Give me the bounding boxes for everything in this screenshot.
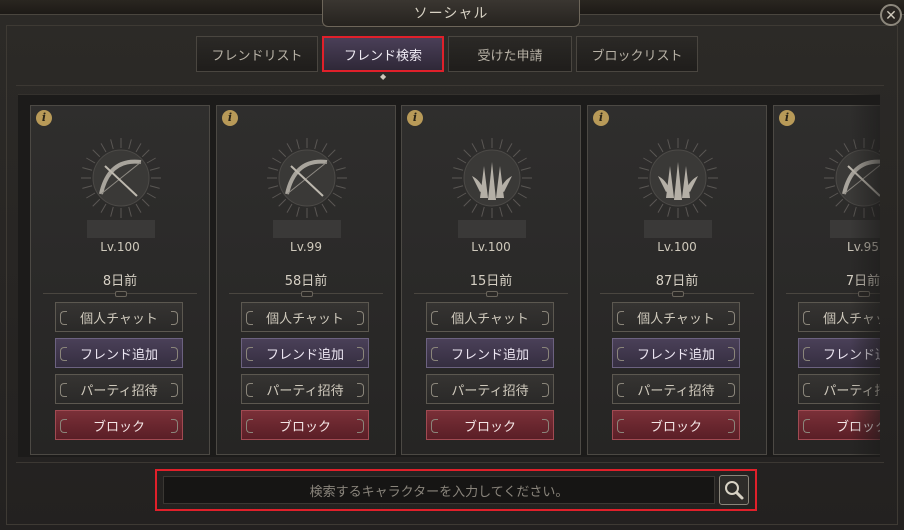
- tab-friend-list[interactable]: フレンドリスト: [196, 36, 318, 72]
- divider: [16, 85, 884, 86]
- scroll-fade: [850, 94, 880, 456]
- character-card-list[interactable]: i Lv.100 8日前 個人チャット フレンド追加 パーティ招待 ブロック i Lv.99 58…: [18, 94, 880, 457]
- info-icon[interactable]: i: [222, 110, 238, 126]
- private-chat-button[interactable]: 個人チャット: [241, 302, 369, 332]
- last-login: 15日前: [469, 274, 513, 289]
- character-level: Lv.100: [471, 240, 511, 254]
- party-invite-button[interactable]: パーティ招待: [426, 374, 554, 404]
- bow-emblem-icon: [265, 136, 349, 220]
- info-icon[interactable]: i: [36, 110, 52, 126]
- block-button[interactable]: ブロック: [241, 410, 369, 440]
- party-invite-button[interactable]: パーティ招待: [612, 374, 740, 404]
- search-bar: 検索するキャラクターを入力してください。: [155, 469, 757, 511]
- tab-block-list[interactable]: ブロックリスト: [576, 36, 698, 72]
- tab-friend-search[interactable]: フレンド検索: [322, 36, 444, 72]
- block-button[interactable]: ブロック: [612, 410, 740, 440]
- last-login: 87日前: [655, 274, 699, 289]
- window-title: ソーシャル: [322, 0, 580, 27]
- character-name-redacted: [458, 220, 526, 238]
- private-chat-button[interactable]: 個人チャット: [612, 302, 740, 332]
- info-icon[interactable]: i: [779, 110, 795, 126]
- character-level: Lv.99: [290, 240, 322, 254]
- active-tab-indicator-icon: ◆: [380, 72, 387, 81]
- add-friend-button[interactable]: フレンド追加: [55, 338, 183, 368]
- info-icon[interactable]: i: [593, 110, 609, 126]
- close-button[interactable]: ✕: [880, 4, 902, 26]
- character-name-redacted: [273, 220, 341, 238]
- tab-bar: フレンドリスト フレンド検索 受けた申請 ブロックリスト: [196, 36, 698, 74]
- private-chat-button[interactable]: 個人チャット: [55, 302, 183, 332]
- last-login: 8日前: [102, 274, 138, 289]
- character-level: Lv.100: [100, 240, 140, 254]
- character-card: i Lv.100 8日前個人チャット フレンド追加 パーティ招待 ブロック: [30, 105, 210, 455]
- search-button[interactable]: [719, 475, 749, 505]
- add-friend-button[interactable]: フレンド追加: [612, 338, 740, 368]
- claw-emblem-icon: [450, 136, 534, 220]
- search-input[interactable]: 検索するキャラクターを入力してください。: [163, 476, 715, 504]
- add-friend-button[interactable]: フレンド追加: [426, 338, 554, 368]
- add-friend-button[interactable]: フレンド追加: [241, 338, 369, 368]
- card-divider: [43, 291, 197, 297]
- card-divider: [600, 291, 754, 297]
- character-name-redacted: [87, 220, 155, 238]
- card-divider: [414, 291, 568, 297]
- block-button[interactable]: ブロック: [55, 410, 183, 440]
- party-invite-button[interactable]: パーティ招待: [241, 374, 369, 404]
- character-name-redacted: [644, 220, 712, 238]
- last-login: 58日前: [284, 274, 328, 289]
- card-divider: [229, 291, 383, 297]
- character-card: i Lv.100 87日前個人チャット フレンド追加 パーティ招待 ブロック: [587, 105, 767, 455]
- party-invite-button[interactable]: パーティ招待: [55, 374, 183, 404]
- character-card: i Lv.100 15日前個人チャット フレンド追加 パーティ招待 ブロック: [401, 105, 581, 455]
- block-button[interactable]: ブロック: [426, 410, 554, 440]
- claw-emblem-icon: [636, 136, 720, 220]
- divider: [16, 462, 884, 463]
- info-icon[interactable]: i: [407, 110, 423, 126]
- bow-emblem-icon: [79, 136, 163, 220]
- character-card: i Lv.99 58日前個人チャット フレンド追加 パーティ招待 ブロック: [216, 105, 396, 455]
- character-level: Lv.100: [657, 240, 697, 254]
- private-chat-button[interactable]: 個人チャット: [426, 302, 554, 332]
- search-icon: [725, 481, 744, 500]
- tab-received-requests[interactable]: 受けた申請: [448, 36, 572, 72]
